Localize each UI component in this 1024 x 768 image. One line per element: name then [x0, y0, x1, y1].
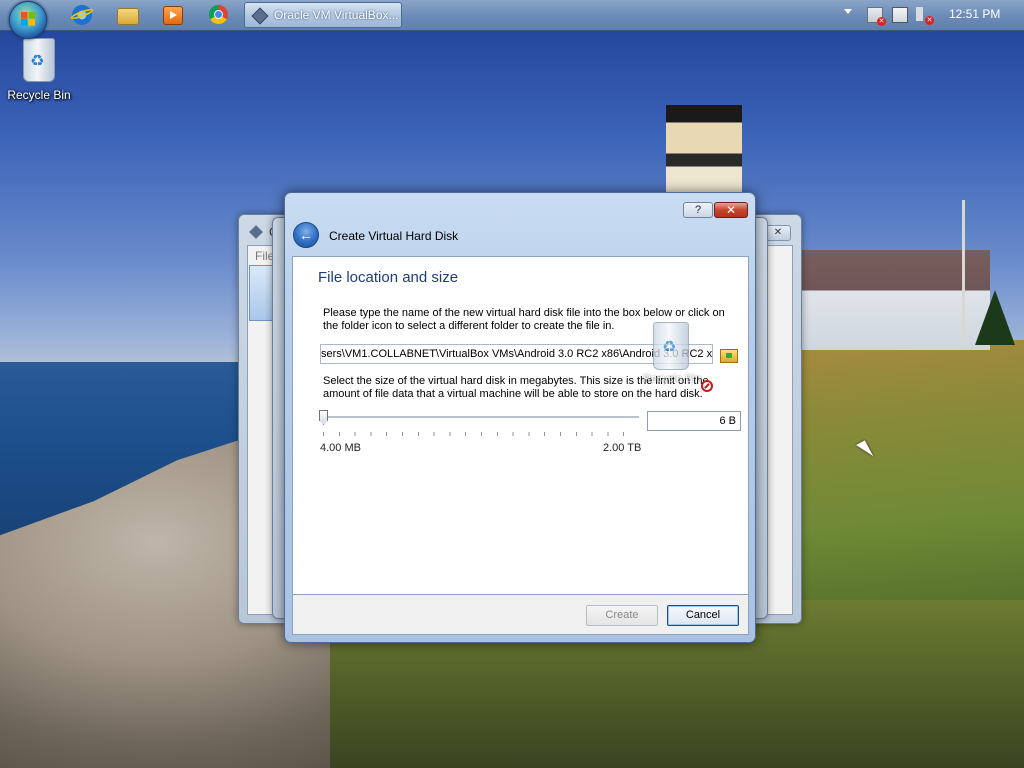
slider-min-label: 4.00 MB: [320, 442, 361, 454]
size-slider-ticks: [323, 432, 639, 436]
dialog-title: Create Virtual Hard Disk: [329, 229, 459, 243]
desktop-icon-label: Recycle Bin: [7, 88, 71, 102]
dialog-content: File location and size Please type the n…: [292, 256, 749, 595]
taskbar-button-label: Oracle VM VirtualBox...: [274, 8, 399, 22]
media-player-icon[interactable]: [163, 6, 183, 25]
dragged-recycle-bin-icon: [653, 322, 689, 370]
wallpaper-flagpole: [962, 200, 965, 345]
background-window-close-button[interactable]: ✕: [765, 225, 791, 241]
size-slider-thumb[interactable]: [319, 410, 328, 425]
internet-explorer-icon[interactable]: [72, 5, 92, 25]
recycle-bin-icon: [23, 38, 55, 82]
volume-icon[interactable]: ✕: [916, 7, 934, 25]
dialog-footer: Create Cancel: [292, 595, 749, 635]
size-slider-track[interactable]: [323, 416, 639, 419]
windows-logo-icon: [21, 12, 35, 26]
close-button[interactable]: ✕: [714, 202, 748, 218]
wallpaper-lighthouse: [666, 105, 742, 193]
network-icon[interactable]: [892, 7, 908, 23]
virtualbox-icon: [249, 225, 263, 239]
desktop-icon-recycle-bin[interactable]: Recycle Bin: [6, 38, 72, 102]
action-center-flag-icon[interactable]: ✕: [867, 7, 886, 26]
show-hidden-icons-chevron-icon[interactable]: [844, 9, 852, 14]
back-button[interactable]: ←: [293, 222, 319, 248]
help-button[interactable]: ?: [683, 202, 713, 218]
create-virtual-hard-disk-dialog: ? ✕ ← Create Virtual Hard Disk File loca…: [284, 192, 756, 643]
taskbar-button-virtualbox[interactable]: Oracle VM VirtualBox...: [244, 2, 402, 28]
chrome-icon[interactable]: [209, 5, 228, 24]
create-button[interactable]: Create: [586, 605, 658, 626]
file-explorer-icon[interactable]: [117, 8, 139, 25]
slider-max-label: 2.00 TB: [603, 442, 642, 454]
system-clock[interactable]: 12:51 PM: [949, 7, 1000, 21]
no-drop-icon: [701, 380, 713, 392]
virtualbox-icon: [251, 7, 269, 25]
folder-icon: [720, 349, 738, 363]
dragged-icon-label: Recycle Bin: [643, 373, 702, 385]
page-heading: File location and size: [318, 269, 459, 286]
size-input[interactable]: 6 B: [647, 411, 741, 431]
back-arrow-icon: ←: [299, 227, 313, 243]
taskbar: Oracle VM VirtualBox... ✕ ✕ 12:51 PM: [0, 0, 1024, 31]
choose-folder-button[interactable]: [720, 346, 738, 363]
cancel-button[interactable]: Cancel: [667, 605, 739, 626]
start-button[interactable]: [9, 1, 47, 39]
